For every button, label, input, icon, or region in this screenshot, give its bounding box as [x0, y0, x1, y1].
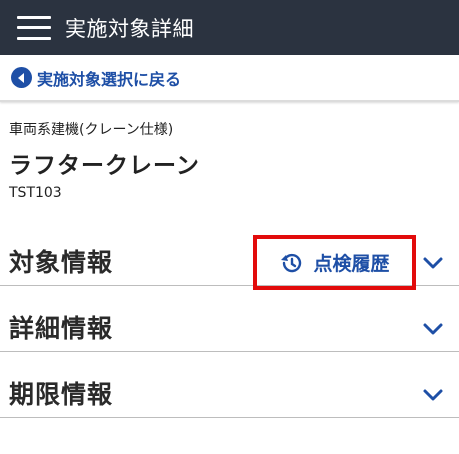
target-info: 車両系建機(クレーン仕様) ラフタークレーン TST103: [9, 119, 449, 201]
target-category: 車両系建機(クレーン仕様): [9, 122, 174, 138]
history-icon: [281, 253, 302, 272]
chevron-down-icon[interactable]: [421, 251, 445, 275]
section-detail-info[interactable]: 詳細情報: [0, 286, 459, 352]
target-name: ラフタークレーン: [9, 153, 200, 179]
back-bar: 実施対象選択に戻る: [0, 55, 459, 102]
app-bar: 実施対象詳細: [0, 0, 459, 55]
target-code: TST103: [9, 185, 62, 201]
section-title: 詳細情報: [9, 314, 114, 343]
back-link-label: 実施対象選択に戻る: [37, 69, 182, 89]
section-title: 期限情報: [9, 380, 114, 409]
section-title: 対象情報: [9, 248, 114, 277]
chevron-down-icon[interactable]: [421, 383, 445, 407]
history-button-label: 点検履歴: [313, 253, 390, 275]
page-title: 実施対象詳細: [65, 16, 194, 41]
back-link[interactable]: 実施対象選択に戻る: [11, 66, 181, 90]
menu-icon[interactable]: [17, 15, 51, 40]
inspection-history-button[interactable]: 点検履歴: [253, 235, 416, 290]
section-deadline-info[interactable]: 期限情報: [0, 352, 459, 418]
chevron-down-icon[interactable]: [421, 317, 445, 341]
back-arrow-icon: [11, 67, 32, 88]
